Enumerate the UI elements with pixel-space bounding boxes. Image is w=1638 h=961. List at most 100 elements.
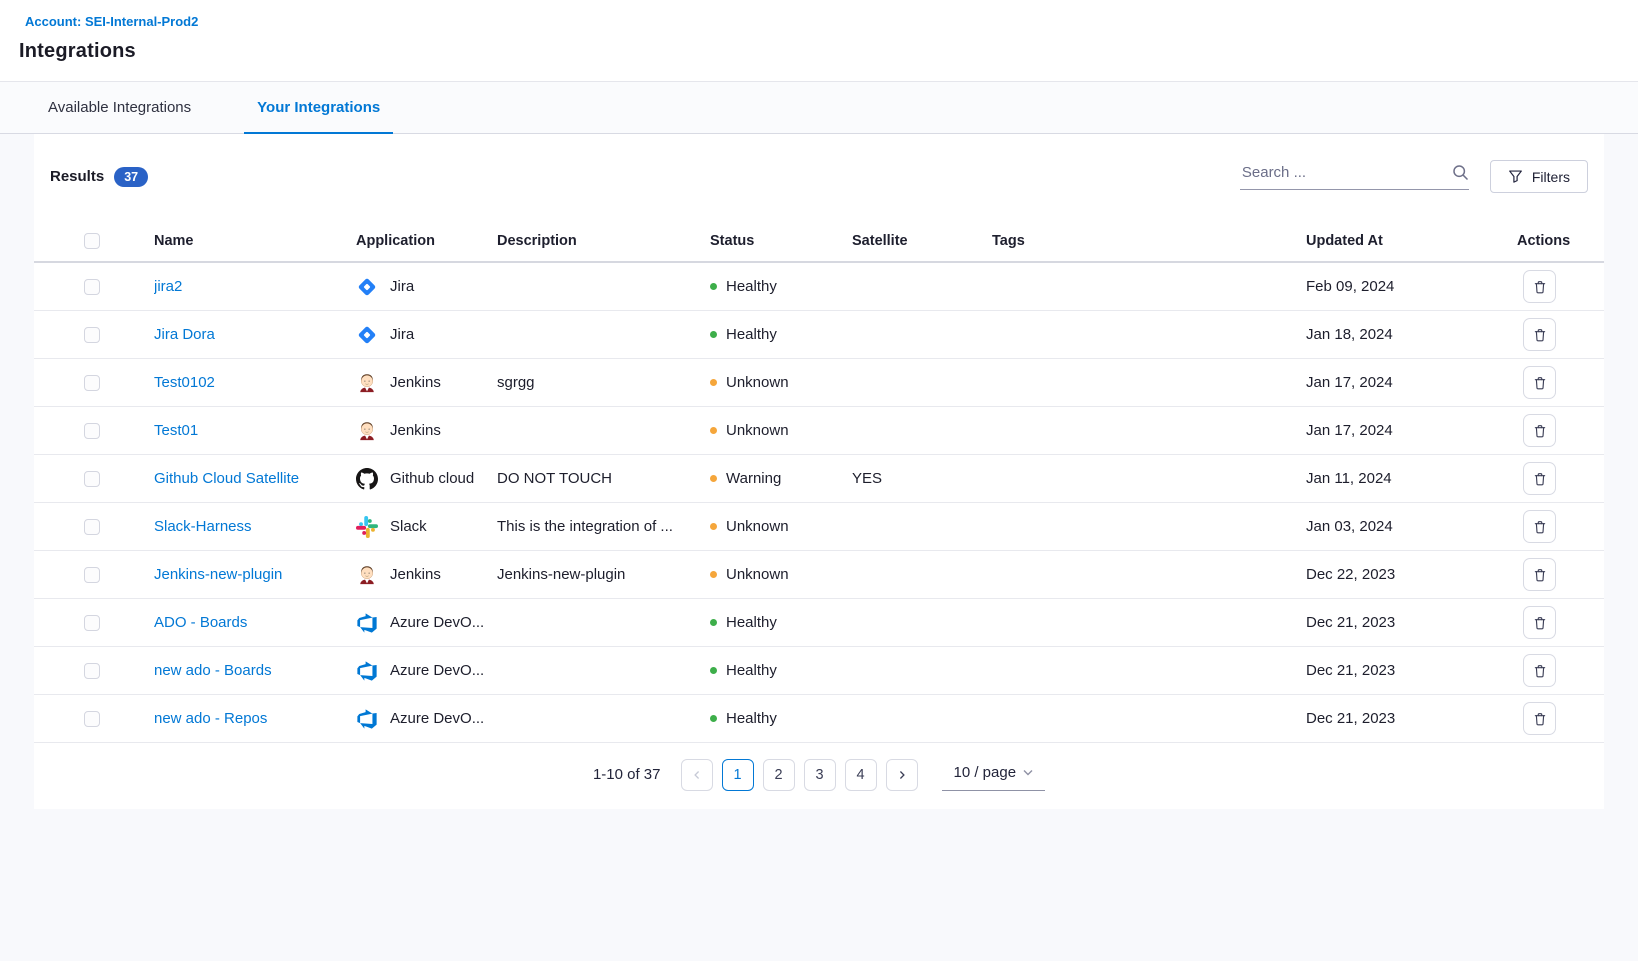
column-header-actions: Actions: [1517, 233, 1597, 249]
pagination-page-2[interactable]: 2: [763, 759, 795, 791]
delete-button[interactable]: [1523, 366, 1556, 399]
tab-your-integrations[interactable]: Your Integrations: [244, 82, 393, 133]
table-header-row: Name Application Description Status Sate…: [34, 221, 1604, 263]
status-dot: [710, 571, 717, 578]
delete-button[interactable]: [1523, 558, 1556, 591]
updated-at-value: Dec 22, 2023: [1306, 566, 1517, 583]
updated-at-value: Jan 17, 2024: [1306, 374, 1517, 391]
chevron-left-icon: [690, 768, 704, 782]
column-header-satellite: Satellite: [852, 233, 992, 249]
integration-name-link[interactable]: new ado - Boards: [154, 662, 272, 679]
status-label: Unknown: [726, 518, 789, 535]
table-row: Slack-HarnessSlackThis is the integratio…: [34, 503, 1604, 551]
status-label: Unknown: [726, 422, 789, 439]
delete-button[interactable]: [1523, 414, 1556, 447]
row-checkbox[interactable]: [84, 519, 100, 535]
integration-name-link[interactable]: jira2: [154, 278, 182, 295]
search-box: [1240, 163, 1469, 190]
integration-name-link[interactable]: Jira Dora: [154, 326, 215, 343]
updated-at-value: Feb 09, 2024: [1306, 278, 1517, 295]
status-dot: [710, 523, 717, 530]
pagination-page-1[interactable]: 1: [722, 759, 754, 791]
delete-button[interactable]: [1523, 462, 1556, 495]
status-dot: [710, 667, 717, 674]
status-dot: [710, 427, 717, 434]
description-text: sgrgg: [497, 374, 710, 391]
application-label: Azure DevO...: [390, 614, 484, 631]
status-dot: [710, 475, 717, 482]
row-checkbox[interactable]: [84, 279, 100, 295]
updated-at-value: Jan 17, 2024: [1306, 422, 1517, 439]
row-checkbox[interactable]: [84, 663, 100, 679]
slack-icon: [356, 516, 378, 538]
table-body: jira2JiraHealthyFeb 09, 2024Jira DoraJir…: [34, 263, 1604, 743]
github-icon: [356, 468, 378, 490]
integration-name-link[interactable]: Test0102: [154, 374, 215, 391]
integration-name-link[interactable]: Slack-Harness: [154, 518, 252, 535]
status-label: Healthy: [726, 278, 777, 295]
row-checkbox[interactable]: [84, 375, 100, 391]
row-checkbox[interactable]: [84, 567, 100, 583]
delete-button[interactable]: [1523, 510, 1556, 543]
integrations-panel: Results 37: [34, 134, 1604, 809]
delete-button[interactable]: [1523, 702, 1556, 735]
delete-button[interactable]: [1523, 270, 1556, 303]
satellite-value: YES: [852, 470, 992, 487]
select-all-checkbox[interactable]: [84, 233, 100, 249]
pagination-page-4[interactable]: 4: [845, 759, 877, 791]
description-text: DO NOT TOUCH: [497, 470, 710, 487]
status-label: Healthy: [726, 710, 777, 727]
tab-available-integrations[interactable]: Available Integrations: [35, 82, 204, 133]
description-text: Jenkins-new-plugin: [497, 566, 710, 583]
pagination-prev-button[interactable]: [681, 759, 713, 791]
search-input[interactable]: [1240, 163, 1452, 182]
column-header-application: Application: [356, 233, 497, 249]
row-checkbox[interactable]: [84, 711, 100, 727]
row-checkbox[interactable]: [84, 327, 100, 343]
integration-name-link[interactable]: new ado - Repos: [154, 710, 267, 727]
status-label: Warning: [726, 470, 781, 487]
updated-at-value: Jan 18, 2024: [1306, 326, 1517, 343]
filters-button[interactable]: Filters: [1490, 160, 1588, 193]
table-row: new ado - ReposAzure DevO...HealthyDec 2…: [34, 695, 1604, 743]
account-breadcrumb[interactable]: Account: SEI-Internal-Prod2: [25, 14, 198, 29]
integration-name-link[interactable]: Test01: [154, 422, 198, 439]
row-checkbox[interactable]: [84, 615, 100, 631]
updated-at-value: Jan 11, 2024: [1306, 470, 1517, 487]
status-label: Unknown: [726, 566, 789, 583]
results-label: Results: [50, 168, 104, 185]
description-text: This is the integration of ...: [497, 518, 710, 535]
status-dot: [710, 331, 717, 338]
tab-bar: Available Integrations Your Integrations: [0, 82, 1638, 134]
table-row: Jira DoraJiraHealthyJan 18, 2024: [34, 311, 1604, 359]
page-size-select[interactable]: 10 / page: [942, 758, 1046, 791]
integration-name-link[interactable]: Github Cloud Satellite: [154, 470, 299, 487]
column-header-status: Status: [710, 233, 852, 249]
application-label: Github cloud: [390, 470, 474, 487]
status-label: Healthy: [726, 326, 777, 343]
pagination-page-3[interactable]: 3: [804, 759, 836, 791]
table-row: Test01 Jenkins Unknown Jan 17, 2024: [34, 407, 1604, 455]
delete-button[interactable]: [1523, 318, 1556, 351]
table-toolbar: Results 37: [34, 160, 1604, 193]
delete-button[interactable]: [1523, 654, 1556, 687]
pagination-next-button[interactable]: [886, 759, 918, 791]
updated-at-value: Dec 21, 2023: [1306, 614, 1517, 631]
filter-funnel-icon: [1508, 169, 1523, 184]
integration-name-link[interactable]: Jenkins-new-plugin: [154, 566, 282, 583]
row-checkbox[interactable]: [84, 423, 100, 439]
application-label: Jenkins: [390, 566, 441, 583]
status-label: Healthy: [726, 614, 777, 631]
integrations-page: Account: SEI-Internal-Prod2 Integrations…: [0, 0, 1638, 809]
application-label: Jenkins: [390, 422, 441, 439]
page-header: Account: SEI-Internal-Prod2 Integrations: [0, 0, 1638, 82]
column-header-description: Description: [497, 233, 710, 249]
status-dot: [710, 619, 717, 626]
row-checkbox[interactable]: [84, 471, 100, 487]
chevron-right-icon: [895, 768, 909, 782]
azure-devops-icon: [356, 612, 378, 634]
status-dot: [710, 379, 717, 386]
integration-name-link[interactable]: ADO - Boards: [154, 614, 247, 631]
table-row: ADO - Boards Azure DevO... Healthy Dec 21, …: [34, 599, 1604, 647]
delete-button[interactable]: [1523, 606, 1556, 639]
